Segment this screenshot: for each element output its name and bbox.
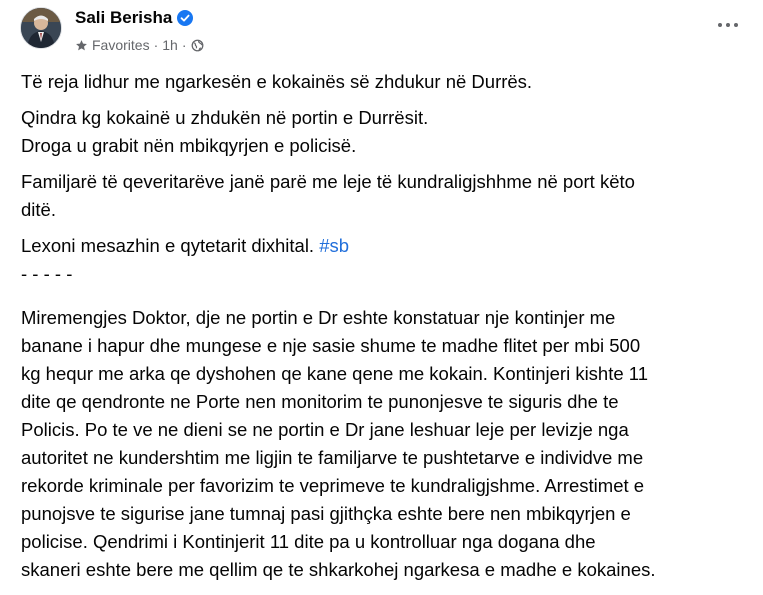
message-line: kg hequr me arka qe dyshohen qe kane qen…	[21, 363, 648, 384]
globe-icon[interactable]	[191, 39, 204, 52]
post-line: Të reja lidhur me ngarkesën e kokainës s…	[21, 71, 533, 92]
post-line: Droga u grabit nën mbikqyrjen e policisë…	[21, 135, 357, 156]
more-options-button[interactable]	[710, 10, 746, 40]
post-text: Lexoni mesazhin e qytetarit dixhital.	[21, 235, 320, 256]
message-line: autoritet ne kundershtim me ligjin te fa…	[21, 447, 644, 468]
verified-badge-icon	[177, 10, 194, 26]
message-line: rekorde kriminale per favorizim te vepri…	[21, 475, 645, 496]
post-line: Qindra kg kokainë u zhdukën në portin e …	[21, 107, 429, 128]
author-avatar[interactable]	[20, 7, 62, 49]
post-header: Sali Berisha Favorites · 1h ·	[0, 0, 763, 60]
post-line: Lexoni mesazhin e qytetarit dixhital. #s…	[21, 232, 751, 260]
post-time[interactable]: 1h	[162, 36, 178, 54]
audience-label[interactable]: Favorites	[92, 36, 150, 54]
message-line: banane i hapur dhe mungese e nje sasie s…	[21, 335, 641, 356]
post-meta: Favorites · 1h ·	[75, 36, 204, 54]
meta-separator: ·	[153, 37, 159, 53]
dot-icon	[726, 23, 730, 27]
post-body: Të reja lidhur me ngarkesën e kokainës s…	[21, 68, 751, 584]
author-name[interactable]: Sali Berisha	[75, 8, 172, 28]
meta-separator: ·	[181, 37, 187, 53]
message-line: policise. Qendrimi i Kontinjerit 11 dite…	[21, 531, 596, 552]
post-line: ditë.	[21, 199, 56, 220]
message-line: dite qe qendronte ne Porte nen monitorim…	[21, 391, 619, 412]
dot-icon	[734, 23, 738, 27]
message-line: punojsve te sigurise jane tumnaj pasi gj…	[21, 503, 631, 524]
message-line: skaneri eshte bere me qellim qe te shkar…	[21, 559, 656, 580]
star-icon	[76, 39, 87, 50]
avatar-photo	[21, 8, 61, 48]
divider-text: - - - - -	[21, 263, 73, 284]
message-line: Miremengjes Doktor, dje ne portin e Dr e…	[21, 307, 616, 328]
dot-icon	[718, 23, 722, 27]
post-line: Familjarë të qeveritarëve janë parë me l…	[21, 171, 635, 192]
hashtag-link[interactable]: #sb	[319, 235, 349, 256]
message-line: Policis. Po te ve ne dieni se ne portin …	[21, 419, 629, 440]
author-name-row: Sali Berisha	[75, 8, 194, 28]
